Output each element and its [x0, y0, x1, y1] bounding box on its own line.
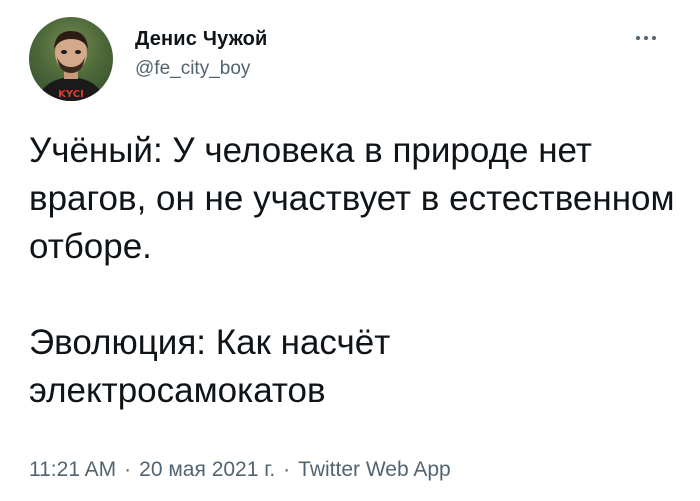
more-horizontal-icon [652, 36, 656, 40]
separator: · [124, 458, 132, 481]
tweet-date[interactable]: 20 мая 2021 г. [139, 458, 275, 481]
svg-text:KYCI: KYCI [58, 89, 84, 100]
more-horizontal-icon [644, 36, 648, 40]
tweet-source[interactable]: Twitter Web App [298, 458, 451, 481]
display-name[interactable]: Денис Чужой [135, 27, 267, 51]
tweet-time[interactable]: 11:21 AM [29, 458, 116, 481]
avatar[interactable]: KYCI [29, 17, 113, 101]
tweet-text: Учёный: У человека в природе нет врагов,… [29, 127, 679, 415]
more-horizontal-icon [636, 36, 640, 40]
more-options-button[interactable] [628, 28, 664, 48]
handle[interactable]: @fe_city_boy [135, 57, 267, 81]
tweet-paragraph: Учёный: У человека в природе нет врагов,… [29, 131, 675, 266]
avatar-portrait-icon: KYCI [37, 31, 105, 101]
tweet-meta: 11:21 AM · 20 мая 2021 г. · Twitter Web App [29, 456, 451, 484]
tweet-paragraph: Эволюция: Как насчёт электросамокатов [29, 323, 391, 410]
author-block: Денис Чужой @fe_city_boy [135, 27, 267, 81]
separator: · [283, 458, 291, 481]
tweet-card: KYCI Денис Чужой @fe_city_boy Учёный: У … [0, 0, 700, 501]
